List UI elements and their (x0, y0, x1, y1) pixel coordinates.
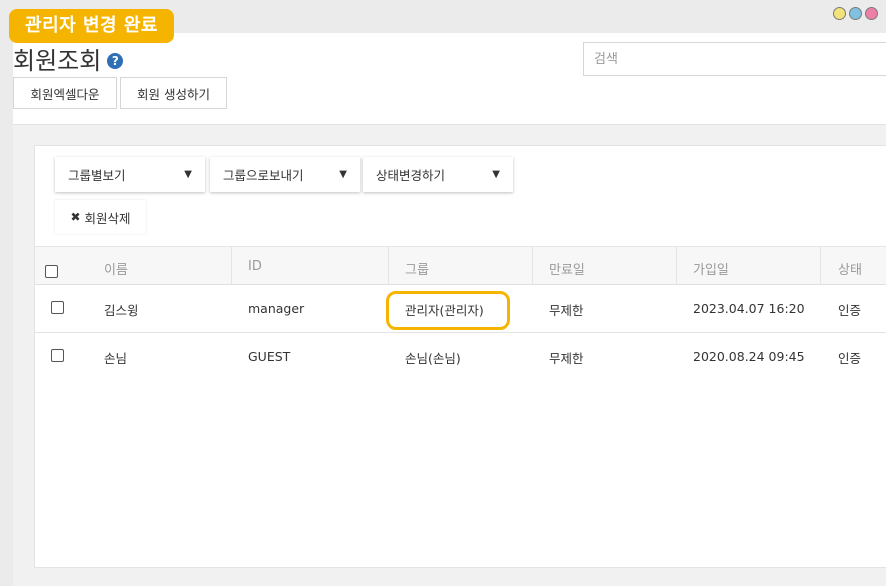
caret-down-icon: ▼ (184, 169, 192, 180)
column-header-group[interactable]: 그룹 (405, 259, 429, 278)
group-view-dropdown[interactable]: 그룹별보기 ▼ (55, 157, 205, 192)
row-checkbox[interactable] (51, 349, 64, 362)
row-checkbox[interactable] (51, 301, 64, 314)
member-expiry: 무제한 (549, 303, 584, 318)
group-move-label: 그룹으로보내기 (223, 168, 304, 183)
select-all-checkbox[interactable] (45, 265, 58, 278)
caret-down-icon: ▼ (492, 169, 500, 180)
member-id: GUEST (248, 349, 291, 364)
member-joined: 2023.04.07 16:20 (693, 301, 805, 316)
member-id: manager (248, 301, 305, 316)
column-divider (820, 247, 821, 285)
member-group: 손님(손님) (405, 351, 461, 366)
close-dot[interactable] (865, 7, 878, 20)
search-input[interactable] (583, 42, 886, 76)
group-view-label: 그룹별보기 (68, 168, 126, 183)
delete-member-button[interactable]: ✖ 회원삭제 (55, 200, 146, 234)
column-divider (388, 247, 389, 285)
column-header-expiry[interactable]: 만료일 (549, 259, 585, 278)
close-icon: ✖ (70, 210, 81, 224)
highlight-outline (386, 291, 510, 330)
member-status: 인증 (838, 351, 862, 366)
member-name[interactable]: 김스윙 (104, 300, 139, 319)
delete-member-label: 회원삭제 (84, 210, 131, 226)
caret-down-icon: ▼ (339, 169, 347, 180)
status-badge: 관리자 변경 완료 (9, 9, 174, 43)
export-excel-button[interactable]: 회원엑셀다운 (13, 77, 117, 109)
row-divider (35, 332, 886, 333)
member-name[interactable]: 손님 (104, 348, 127, 367)
page-title-text: 회원조회 (13, 47, 102, 75)
column-header-joined[interactable]: 가입일 (693, 259, 729, 278)
column-divider (231, 247, 232, 285)
question-circle-icon[interactable]: ? (107, 52, 124, 69)
column-divider (532, 247, 533, 285)
status-change-dropdown[interactable]: 상태변경하기 ▼ (363, 157, 513, 192)
column-header-id[interactable]: ID (248, 259, 262, 274)
status-change-label: 상태변경하기 (376, 168, 446, 183)
page-title: 회원조회 ? (13, 41, 124, 76)
member-joined: 2020.08.24 09:45 (693, 349, 805, 364)
create-member-button[interactable]: 회원 생성하기 (120, 77, 227, 109)
column-header-name[interactable]: 이름 (104, 259, 128, 278)
table-header: 이름 ID 그룹 만료일 가입일 상태 (35, 246, 886, 285)
column-header-status[interactable]: 상태 (838, 259, 862, 278)
minimize-dot[interactable] (833, 7, 846, 20)
member-status: 인증 (838, 303, 862, 318)
maximize-dot[interactable] (849, 7, 862, 20)
window-controls (833, 7, 878, 20)
member-expiry: 무제한 (549, 351, 584, 366)
group-move-dropdown[interactable]: 그룹으로보내기 ▼ (210, 157, 360, 192)
column-divider (676, 247, 677, 285)
